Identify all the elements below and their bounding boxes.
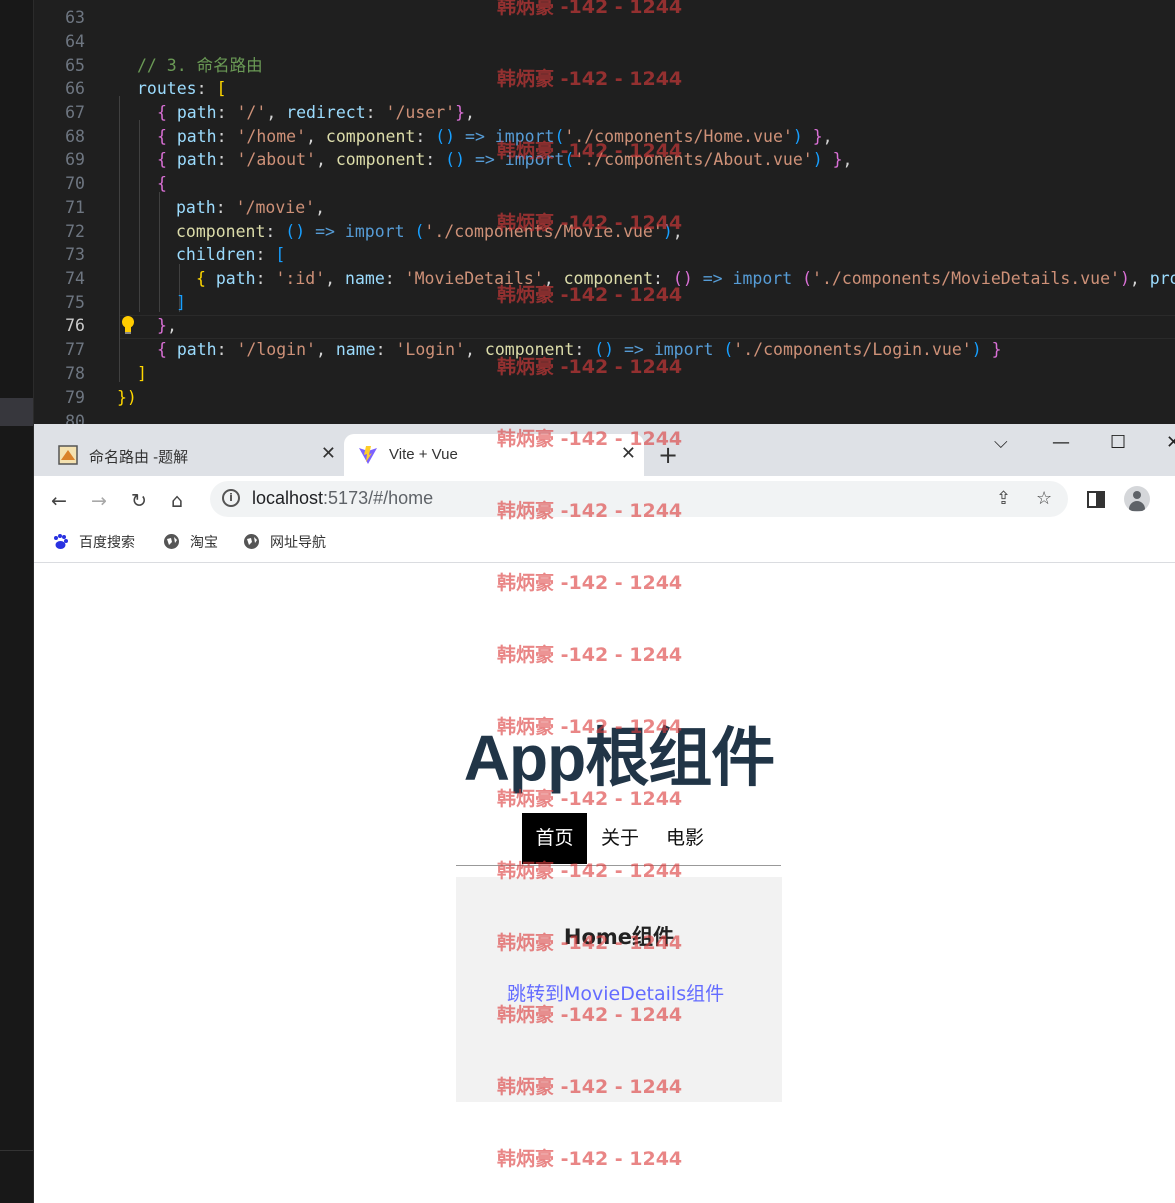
- indent-guide: [119, 96, 120, 382]
- home-icon[interactable]: ⌂: [171, 490, 183, 512]
- line-number: 74: [65, 269, 85, 288]
- chevron-down-icon[interactable]: ⌵: [994, 432, 1008, 453]
- line-number: 79: [65, 388, 85, 407]
- line-number: 70: [65, 174, 85, 193]
- nav-link-about[interactable]: 关于: [598, 813, 642, 864]
- code-line: routes: [: [137, 79, 227, 98]
- nav-link-movie[interactable]: 电影: [663, 813, 707, 864]
- minimize-icon[interactable]: —: [1052, 432, 1070, 453]
- url-text[interactable]: localhost:5173/#/home: [252, 488, 433, 509]
- star-icon[interactable]: ☆: [1036, 488, 1052, 509]
- forward-icon[interactable]: →: [91, 490, 107, 512]
- current-line-highlight: [119, 315, 1175, 339]
- line-number: 69: [65, 150, 85, 169]
- code-line: {: [157, 174, 167, 193]
- profile-icon[interactable]: [1124, 486, 1150, 512]
- bookmark-nav[interactable]: 网址导航: [243, 532, 326, 552]
- line-number: 63: [65, 8, 85, 27]
- line-number: 75: [65, 293, 85, 312]
- info-icon[interactable]: i: [222, 489, 240, 507]
- code-line: ]: [137, 364, 147, 383]
- indent-guide: [139, 120, 140, 312]
- bookmarks-bar: 百度搜索 淘宝 网址导航: [34, 522, 1175, 563]
- indent-guide: [159, 192, 160, 312]
- line-number: 71: [65, 198, 85, 217]
- bookmark-baidu[interactable]: 百度搜索: [52, 532, 135, 552]
- line-number: 65: [65, 56, 85, 75]
- line-number: 66: [65, 79, 85, 98]
- line-number: 64: [65, 32, 85, 51]
- close-icon[interactable]: ✕: [1166, 432, 1175, 453]
- code-line: path: '/movie',: [176, 198, 326, 217]
- code-line: }): [117, 388, 137, 407]
- browser-toolbar: ← → ↻ ⌂ i localhost:5173/#/home ⇪ ☆: [34, 476, 1175, 522]
- line-number-current: 76: [65, 316, 85, 335]
- close-tab-icon[interactable]: ✕: [321, 443, 336, 464]
- activity-selected-item[interactable]: [0, 398, 33, 426]
- new-tab-icon[interactable]: +: [658, 441, 678, 469]
- code-line: component: () => import ('./components/M…: [176, 222, 683, 241]
- code-line: },: [157, 316, 177, 335]
- baidu-icon: [54, 534, 68, 549]
- close-tab-icon[interactable]: ✕: [621, 443, 636, 464]
- browser-window: 命名路由 -题解 ✕ Vite + Vue ✕ + ⌵ — ☐ ✕ ← → ↻ …: [34, 424, 1175, 1203]
- tab-strip: 命名路由 -题解 ✕ Vite + Vue ✕ + ⌵ — ☐ ✕: [34, 424, 1175, 476]
- code-line: { path: '/about', component: () => impor…: [157, 150, 853, 169]
- lightbulb-icon[interactable]: [121, 315, 135, 335]
- globe-icon: [244, 534, 259, 549]
- page-title: App根组件: [463, 722, 775, 794]
- code-line: { path: '/login', name: 'Login', compone…: [157, 340, 1002, 359]
- reload-icon[interactable]: ↻: [131, 490, 147, 512]
- code-editor[interactable]: 63 64 65 66 67 68 69 70 71 72 73 74 75 7…: [0, 0, 1175, 424]
- line-number: 78: [65, 364, 85, 383]
- moviedetails-link[interactable]: 跳转到MovieDetails组件: [507, 979, 724, 1006]
- code-line: { path: '/home', component: () => import…: [157, 127, 833, 146]
- bookmark-taobao[interactable]: 淘宝: [163, 532, 218, 552]
- back-icon[interactable]: ←: [51, 490, 67, 512]
- code-line: children: [: [176, 245, 286, 264]
- line-number: 72: [65, 222, 85, 241]
- tab-tijie[interactable]: 命名路由 -题解 ✕: [44, 434, 344, 476]
- main-nav: 首页 关于 电影: [456, 813, 781, 866]
- code-area[interactable]: 63 64 65 66 67 68 69 70 71 72 73 74 75 7…: [33, 0, 1175, 424]
- vite-logo-icon: [359, 446, 377, 464]
- code-line: { path: ':id', name: 'MovieDetails', com…: [196, 269, 1175, 288]
- line-number: 67: [65, 103, 85, 122]
- tab-favicon-icon: [58, 445, 78, 465]
- tab-title: 命名路由 -题解: [89, 449, 189, 466]
- home-heading: Home组件: [563, 925, 675, 949]
- tab-title: Vite + Vue: [389, 446, 458, 463]
- activity-bar: [0, 0, 34, 1203]
- code-line: ]: [176, 293, 186, 312]
- tab-vite-vue[interactable]: Vite + Vue ✕: [344, 434, 644, 476]
- sidepanel-icon[interactable]: [1087, 491, 1105, 508]
- maximize-icon[interactable]: ☐: [1110, 432, 1126, 453]
- code-line: { path: '/', redirect: '/user'},: [157, 103, 475, 122]
- line-number: 80: [65, 412, 85, 424]
- nav-link-home[interactable]: 首页: [522, 813, 587, 864]
- share-icon[interactable]: ⇪: [996, 488, 1011, 509]
- address-bar[interactable]: i localhost:5173/#/home ⇪ ☆: [210, 481, 1068, 517]
- globe-icon: [164, 534, 179, 549]
- code-line: // 3. 命名路由: [137, 56, 263, 75]
- page-content: App根组件 首页 关于 电影 Home组件 跳转到MovieDetails组件: [34, 563, 1175, 1203]
- line-number: 68: [65, 127, 85, 146]
- line-number: 77: [65, 340, 85, 359]
- home-component: Home组件 跳转到MovieDetails组件: [456, 877, 782, 1102]
- activity-divider: [0, 1150, 33, 1151]
- line-number: 73: [65, 245, 85, 264]
